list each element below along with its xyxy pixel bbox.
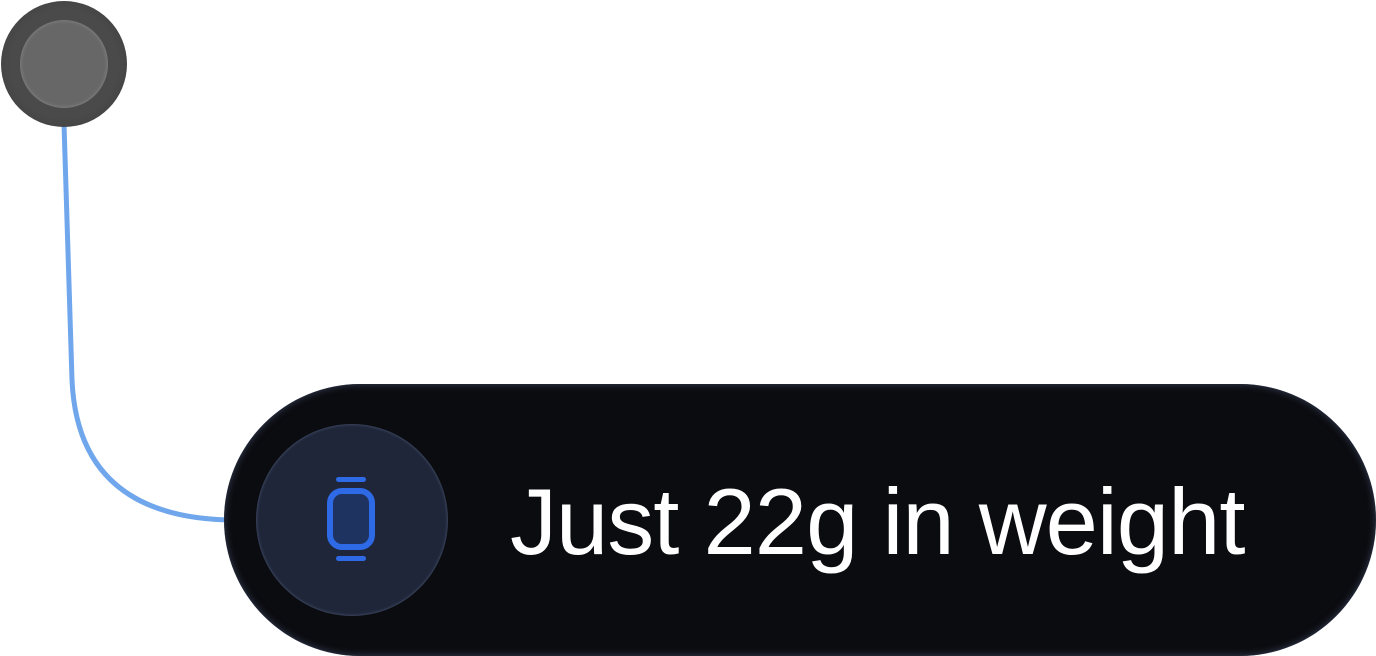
feature-callout: Just 22g in weight xyxy=(224,384,1376,656)
anchor-dot[interactable] xyxy=(1,1,127,127)
anchor-dot-center xyxy=(20,20,108,108)
icon-badge xyxy=(256,424,448,616)
smartwatch-icon xyxy=(327,477,375,561)
feature-label: Just 22g in weight xyxy=(510,469,1245,574)
